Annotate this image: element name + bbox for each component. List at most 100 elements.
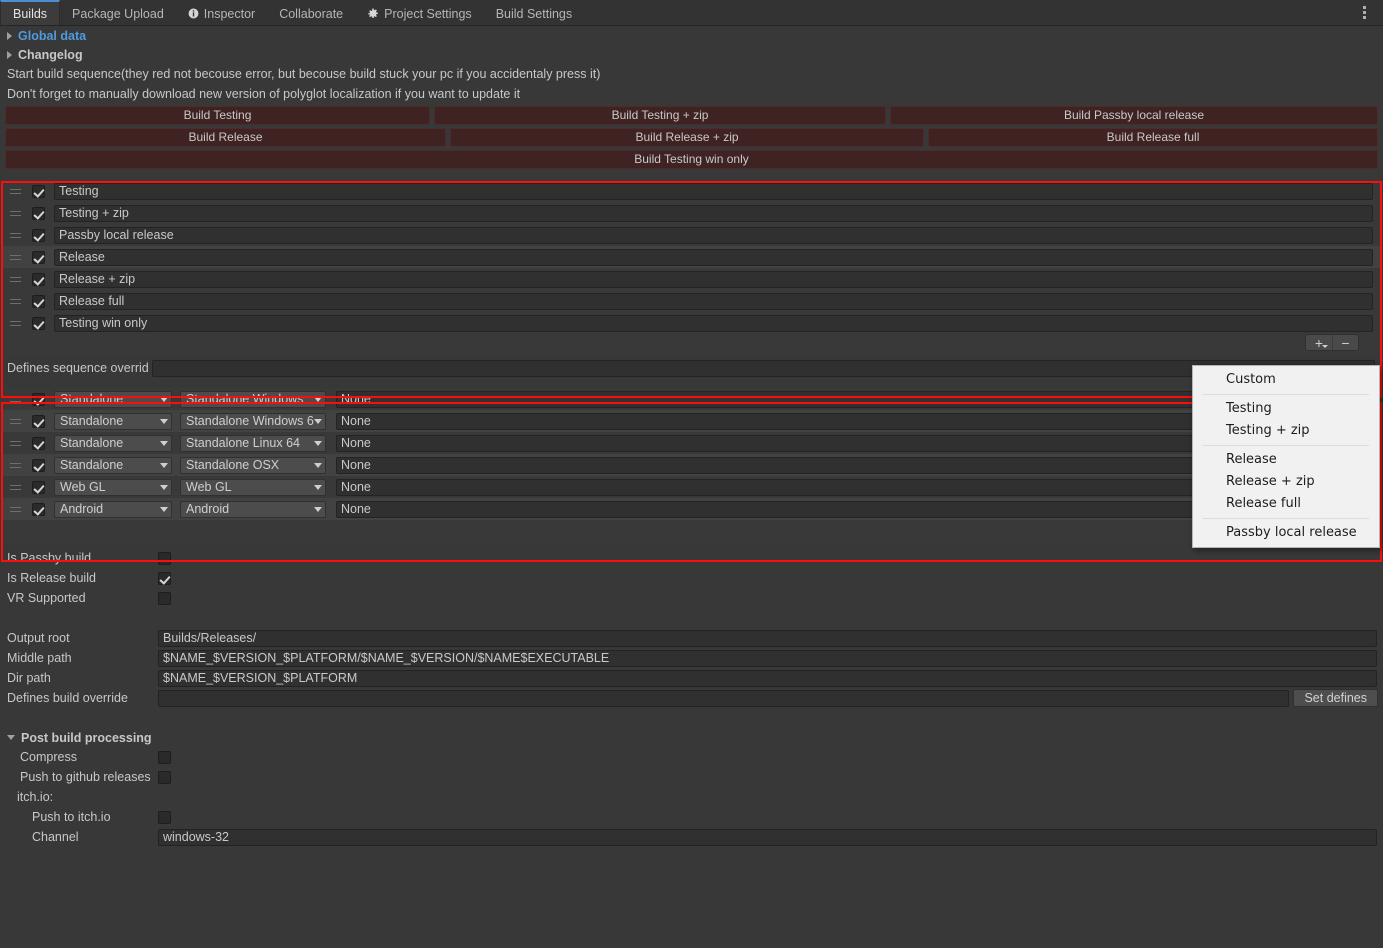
build-target-dropdown[interactable]: Android — [180, 500, 326, 518]
drag-handle-icon[interactable] — [10, 298, 32, 304]
sequence-enabled-checkbox[interactable] — [32, 184, 45, 198]
list-item[interactable]: Testing + zip — [2, 202, 1381, 224]
sequence-name-field[interactable]: Testing — [54, 182, 1373, 200]
is-passby-build-checkbox[interactable] — [158, 551, 171, 565]
target-group-dropdown[interactable]: Standalone — [54, 390, 172, 408]
menu-item-passby-local-release[interactable]: Passby local release — [1193, 522, 1379, 544]
drag-handle-icon[interactable] — [10, 396, 32, 402]
tab-collaborate[interactable]: Collaborate — [267, 0, 355, 25]
kebab-menu-icon[interactable] — [1353, 0, 1375, 25]
build-target-dropdown[interactable]: Standalone Windows 6 — [180, 412, 326, 430]
target-group-dropdown[interactable]: Web GL — [54, 478, 172, 496]
menu-item-custom[interactable]: Custom — [1193, 369, 1379, 391]
compress-checkbox[interactable] — [158, 750, 171, 764]
table-row[interactable]: Standalone Standalone Linux 64 None — [2, 432, 1381, 454]
menu-item-testing[interactable]: Testing — [1193, 398, 1379, 420]
sequence-remove-button[interactable]: − — [1332, 335, 1358, 350]
sequence-name-field[interactable]: Testing win only — [54, 314, 1373, 332]
table-row[interactable]: Web GL Web GL None — [2, 476, 1381, 498]
menu-item-release[interactable]: Release — [1193, 449, 1379, 471]
sequence-name-field[interactable]: Passby local release — [54, 226, 1373, 244]
target-group-dropdown[interactable]: Android — [54, 500, 172, 518]
menu-item-testing-zip[interactable]: Testing + zip — [1193, 420, 1379, 442]
drag-handle-icon[interactable] — [10, 440, 32, 446]
tab-builds[interactable]: Builds — [0, 0, 61, 25]
sequence-enabled-checkbox[interactable] — [32, 294, 45, 308]
list-item[interactable]: Testing win only — [2, 312, 1381, 334]
menu-item-release-full[interactable]: Release full — [1193, 493, 1379, 515]
build-release-button[interactable]: Build Release — [5, 128, 446, 147]
build-testing-zip-button[interactable]: Build Testing + zip — [434, 106, 886, 125]
list-item[interactable]: Release + zip — [2, 268, 1381, 290]
target-group-dropdown[interactable]: Standalone — [54, 434, 172, 452]
table-row[interactable]: Standalone Standalone Windows None — [2, 388, 1381, 410]
build-buttons-row-1: Build Testing Build Testing + zip Build … — [5, 106, 1378, 125]
list-item[interactable]: Release full — [2, 290, 1381, 312]
middle-path-field[interactable]: $NAME_$VERSION_$PLATFORM/$NAME_$VERSION/… — [158, 649, 1377, 667]
table-row[interactable]: Standalone Standalone OSX None — [2, 454, 1381, 476]
drag-handle-icon[interactable] — [10, 188, 32, 194]
vr-supported-checkbox[interactable] — [158, 591, 171, 605]
menu-item-release-zip[interactable]: Release + zip — [1193, 471, 1379, 493]
drag-handle-icon[interactable] — [10, 484, 32, 490]
sequence-name-field[interactable]: Release + zip — [54, 270, 1373, 288]
tab-build-settings[interactable]: Build Settings — [484, 0, 584, 25]
platform-enabled-checkbox[interactable] — [32, 480, 45, 494]
foldout-changelog[interactable]: Changelog — [0, 45, 1383, 64]
drag-handle-icon[interactable] — [10, 418, 32, 424]
tab-package-upload[interactable]: Package Upload — [60, 0, 176, 25]
platform-enabled-checkbox[interactable] — [32, 502, 45, 516]
tab-project-settings[interactable]: Project Settings — [355, 0, 484, 25]
build-target-dropdown[interactable]: Standalone Linux 64 — [180, 434, 326, 452]
sequence-add-button[interactable]: + — [1306, 335, 1332, 350]
build-target-dropdown[interactable]: Standalone OSX — [180, 456, 326, 474]
push-itch-checkbox[interactable] — [158, 810, 171, 824]
target-group-dropdown[interactable]: Standalone — [54, 412, 172, 430]
sequence-enabled-checkbox[interactable] — [32, 316, 45, 330]
defines-build-override-field[interactable] — [158, 689, 1290, 707]
sequence-enabled-checkbox[interactable] — [32, 250, 45, 264]
channel-field[interactable]: windows-32 — [158, 828, 1377, 846]
build-passby-local-release-button[interactable]: Build Passby local release — [890, 106, 1378, 125]
table-row[interactable]: Standalone Standalone Windows 6 None — [2, 410, 1381, 432]
set-defines-button[interactable]: Set defines — [1293, 689, 1378, 707]
build-target-dropdown[interactable]: Standalone Windows — [180, 390, 326, 408]
table-row[interactable]: Android Android None — [2, 498, 1381, 520]
platform-enabled-checkbox[interactable] — [32, 458, 45, 472]
sequence-name-field[interactable]: Release full — [54, 292, 1373, 310]
drag-handle-icon[interactable] — [10, 276, 32, 282]
target-group-value: Standalone — [60, 414, 124, 428]
drag-handle-icon[interactable] — [10, 462, 32, 468]
list-item[interactable]: Passby local release — [2, 224, 1381, 246]
platform-enabled-checkbox[interactable] — [32, 392, 45, 406]
list-item[interactable]: Testing — [2, 180, 1381, 202]
drag-handle-icon[interactable] — [10, 210, 32, 216]
drag-handle-icon[interactable] — [10, 506, 32, 512]
drag-handle-icon[interactable] — [10, 254, 32, 260]
foldout-post-build-processing[interactable]: Post build processing — [0, 728, 1383, 747]
sequence-enabled-checkbox[interactable] — [32, 228, 45, 242]
build-testing-button[interactable]: Build Testing — [5, 106, 430, 125]
sequence-enabled-checkbox[interactable] — [32, 206, 45, 220]
platform-enabled-checkbox[interactable] — [32, 414, 45, 428]
sequence-enabled-checkbox[interactable] — [32, 272, 45, 286]
sequence-name-field[interactable]: Release — [54, 248, 1373, 266]
push-github-checkbox[interactable] — [158, 770, 171, 784]
sequence-name-field[interactable]: Testing + zip — [54, 204, 1373, 222]
platform-enabled-checkbox[interactable] — [32, 436, 45, 450]
list-item[interactable]: Release — [2, 246, 1381, 268]
build-testing-win-only-button[interactable]: Build Testing win only — [5, 150, 1378, 169]
foldout-global-data[interactable]: Global data — [0, 26, 1383, 45]
output-root-field[interactable]: Builds/Releases/ — [158, 629, 1377, 647]
build-release-full-button[interactable]: Build Release full — [928, 128, 1378, 147]
build-target-dropdown[interactable]: Web GL — [180, 478, 326, 496]
build-release-zip-button[interactable]: Build Release + zip — [450, 128, 924, 147]
dir-path-field[interactable]: $NAME_$VERSION_$PLATFORM — [158, 669, 1377, 687]
is-release-build-checkbox[interactable] — [158, 571, 171, 585]
drag-handle-icon[interactable] — [10, 232, 32, 238]
middle-path-label: Middle path — [7, 651, 72, 665]
drag-handle-icon[interactable] — [10, 320, 32, 326]
is-release-build-label: Is Release build — [7, 571, 96, 585]
target-group-dropdown[interactable]: Standalone — [54, 456, 172, 474]
tab-inspector[interactable]: Inspector — [176, 0, 267, 25]
